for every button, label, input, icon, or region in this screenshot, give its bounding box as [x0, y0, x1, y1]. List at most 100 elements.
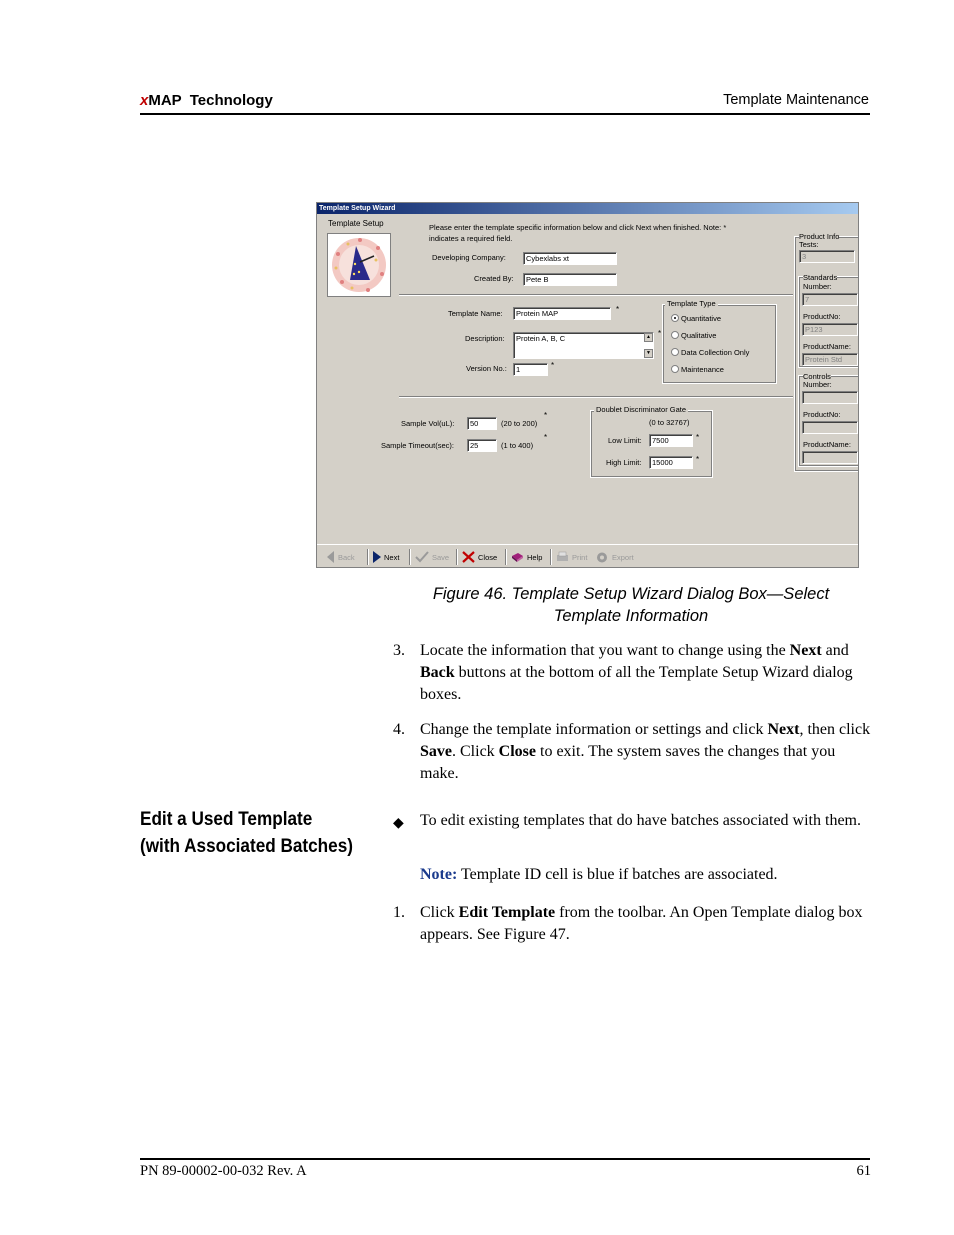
save-button[interactable]: Save: [415, 550, 449, 564]
tests-input[interactable]: 3: [799, 250, 855, 263]
export-button[interactable]: Export: [595, 550, 634, 564]
print-button-label: Print: [572, 552, 588, 562]
standards-productno-input[interactable]: P123: [802, 323, 858, 336]
running-header-brand: xMAP Technology: [140, 92, 273, 109]
controls-number-label: Number:: [803, 380, 832, 389]
high-limit-input[interactable]: 15000: [649, 456, 693, 469]
step-3-text: Locate the information that you want to …: [420, 640, 873, 706]
radio-quantitative-label: Quantitative: [681, 314, 722, 323]
figure-caption: Figure 46. Template Setup Wizard Dialog …: [400, 583, 862, 627]
step-1-bold-edit-template: Edit Template: [458, 904, 556, 921]
radio-data-collection-only-label: Data Collection Only: [681, 348, 750, 357]
toolbar-separator: [409, 549, 411, 565]
next-button[interactable]: Next: [373, 550, 399, 564]
radio-qualitative-label: Qualitative: [681, 331, 717, 340]
wizard-toolbar: Back Next Save Close Help Print Export: [317, 544, 858, 567]
print-button[interactable]: Print: [556, 550, 587, 564]
developing-company-label: Developing Company:: [432, 253, 506, 262]
radio-maintenance[interactable]: [671, 365, 679, 373]
sample-vol-input[interactable]: 50: [467, 417, 497, 430]
step-3-bold-next: Next: [789, 642, 822, 659]
step-3-text-c: buttons at the bottom of all the Templat…: [420, 664, 853, 703]
section-divider-2: [399, 396, 793, 398]
high-limit-label: High Limit:: [606, 458, 642, 467]
step-1: 1. Click Edit Template from the toolbar.…: [393, 902, 873, 946]
controls-productname-label: ProductName:: [803, 440, 851, 449]
step-4-number: 4.: [393, 721, 405, 738]
sample-timeout-range: (1 to 400): [501, 441, 534, 450]
dialog-instructions-line-1: Please enter the template specific infor…: [429, 223, 727, 232]
diamond-bullet-icon: ◆: [393, 816, 404, 831]
scroll-down-icon[interactable]: ▼: [644, 349, 653, 358]
back-button-label: Back: [338, 552, 355, 562]
back-button[interactable]: Back: [327, 550, 355, 564]
controls-productname-input[interactable]: [802, 451, 858, 464]
footer-page-number: 61: [856, 1163, 872, 1179]
description-textarea[interactable]: Protein A, B, C: [513, 332, 654, 359]
description-label: Description:: [465, 334, 505, 343]
close-button[interactable]: Close: [462, 550, 497, 564]
radio-qualitative[interactable]: [671, 331, 679, 339]
help-button[interactable]: Help: [511, 550, 542, 564]
tests-label: Tests:: [799, 240, 819, 249]
created-by-input[interactable]: Pete B: [523, 273, 617, 286]
wizard-logo: [327, 233, 391, 297]
note-label: Note:: [420, 866, 458, 883]
radio-data-collection-only[interactable]: [671, 348, 679, 356]
running-header-section: Template Maintenance: [723, 92, 869, 108]
step-3: 3. Locate the information that you want …: [393, 640, 873, 706]
sample-vol-label: Sample Vol(uL):: [401, 419, 455, 428]
low-limit-input[interactable]: 7500: [649, 434, 693, 447]
bullet-text: To edit existing templates that do have …: [420, 812, 861, 829]
doublet-discriminator-title: Doublet Discriminator Gate: [594, 405, 689, 414]
checkmark-icon: [415, 551, 429, 563]
radio-quantitative[interactable]: [671, 314, 679, 322]
standards-number-label: Number:: [803, 282, 832, 291]
note-text: Template ID cell is blue if batches are …: [457, 866, 778, 883]
sample-timeout-input[interactable]: 25: [467, 439, 497, 452]
template-setup-dialog: Template Setup Wizard Template Setup Ple…: [316, 202, 859, 568]
created-by-label: Created By:: [474, 274, 514, 283]
wizard-hat-icon: [332, 238, 386, 292]
sample-timeout-label: Sample Timeout(sec):: [381, 441, 454, 450]
close-button-label: Close: [478, 552, 498, 562]
step-4-bold-close: Close: [498, 743, 536, 760]
template-type-title: Template Type: [665, 299, 718, 308]
next-arrow-icon: [373, 551, 381, 563]
developing-company-input[interactable]: Cybexlabs xt: [523, 252, 617, 265]
save-button-label: Save: [432, 552, 450, 562]
scroll-up-icon[interactable]: ▲: [644, 333, 653, 342]
note: Note: Template ID cell is blue if batche…: [420, 864, 778, 886]
toolbar-separator: [550, 549, 552, 565]
standards-productname-label: ProductName:: [803, 342, 851, 351]
controls-number-input[interactable]: [802, 391, 858, 404]
brand-name: MAP Technology: [148, 92, 273, 109]
low-limit-label: Low Limit:: [608, 436, 642, 445]
step-3-bold-back: Back: [420, 664, 455, 681]
toolbar-separator: [505, 549, 507, 565]
export-gear-icon: [597, 552, 607, 562]
required-marker: *: [658, 329, 662, 338]
dialog-title-bar: Template Setup Wizard: [317, 203, 858, 214]
step-4-bold-save: Save: [420, 743, 452, 760]
standards-title: Standards: [803, 273, 838, 282]
version-label: Version No.:: [466, 364, 507, 373]
section-divider-1: [399, 294, 793, 296]
step-3-text-b: and: [821, 642, 849, 659]
standards-number-input[interactable]: 7: [802, 293, 858, 306]
controls-productno-input[interactable]: [802, 421, 858, 434]
required-marker: *: [696, 455, 700, 464]
export-button-label: Export: [612, 552, 634, 562]
template-name-input[interactable]: Protein MAP: [513, 307, 611, 320]
radio-maintenance-label: Maintenance: [681, 365, 724, 374]
standards-productname-input[interactable]: Protein Std: [802, 353, 858, 366]
step-1-number: 1.: [393, 904, 405, 921]
back-arrow-icon: [327, 551, 334, 563]
toolbar-separator: [367, 549, 369, 565]
footer-part-number: PN 89-00002-00-032 Rev. A: [140, 1163, 307, 1179]
version-input[interactable]: 1: [513, 363, 548, 376]
required-marker: *: [544, 433, 548, 442]
step-4-text-c: . Click: [452, 743, 499, 760]
figure-caption-line-1: Figure 46. Template Setup Wizard Dialog …: [432, 585, 830, 603]
section-heading-line-1: Edit a Used Template: [140, 808, 313, 830]
